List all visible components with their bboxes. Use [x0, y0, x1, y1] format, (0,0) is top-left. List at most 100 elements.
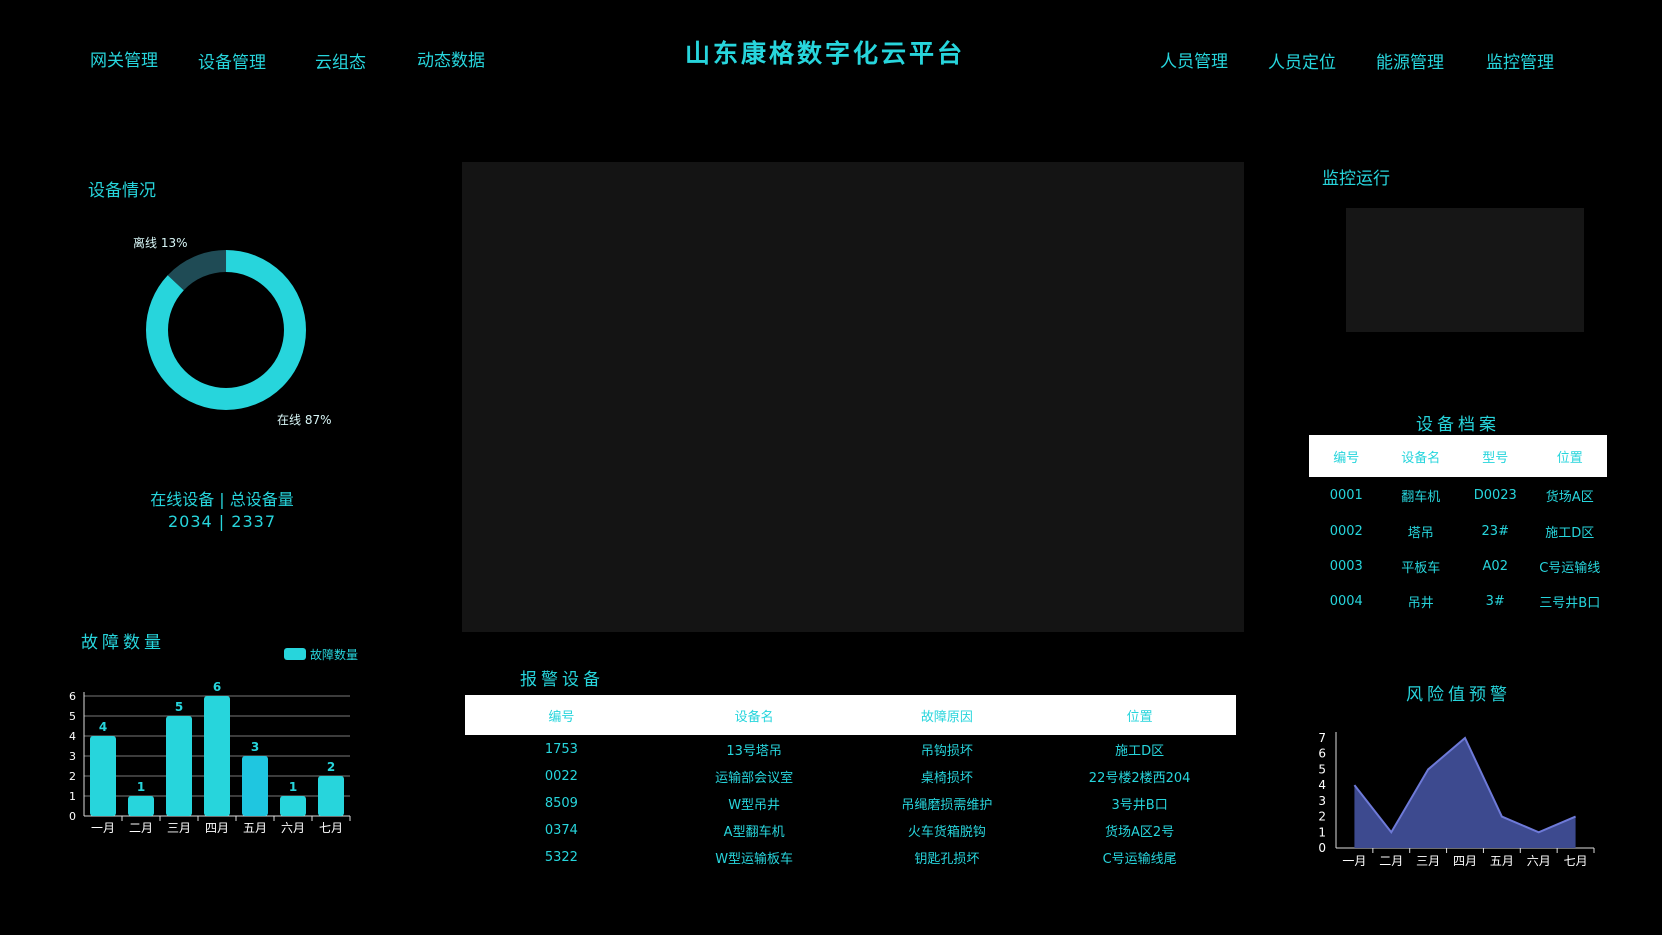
bar-value-label: 5: [175, 700, 183, 714]
x-tick-label: 五月: [243, 821, 267, 835]
table-cell: 三号井B口: [1539, 596, 1601, 611]
table-cell: 3号井B口: [1111, 798, 1168, 813]
bar: [204, 696, 230, 816]
bar-value-label: 2: [327, 760, 335, 774]
table-row: 5322 W型运输板车 钥匙孔损坏 C号运输线尾: [465, 844, 1236, 871]
y-tick-label: 1: [69, 790, 76, 803]
bar-value-label: 4: [99, 720, 107, 734]
column-header: 故障原因: [850, 695, 1044, 735]
x-tick-label: 七月: [1564, 854, 1588, 868]
x-tick-label: 四月: [1453, 854, 1477, 868]
table-cell: C号运输线尾: [1102, 852, 1177, 867]
y-tick-label: 6: [69, 690, 76, 703]
device-status-donut: [146, 250, 306, 410]
y-tick-label: 7: [1318, 731, 1326, 745]
y-tick-label: 3: [69, 750, 76, 763]
offline-label: 离线 13%: [133, 236, 188, 250]
column-header: 型号: [1458, 435, 1533, 477]
table-cell: 8509: [544, 796, 578, 811]
table-cell: W型运输板车: [715, 852, 794, 867]
bar: [166, 716, 192, 816]
y-tick-label: 1: [1318, 825, 1326, 839]
device-status-title: 设备情况: [88, 181, 156, 201]
alarm-devices-title: 报警设备: [520, 670, 604, 690]
x-tick-label: 二月: [1379, 854, 1403, 868]
x-tick-label: 五月: [1490, 854, 1514, 868]
y-tick-label: 4: [69, 730, 76, 743]
legend-swatch: [284, 648, 306, 660]
alarm-table: 编号 设备名 故障原因 位置 1753 13号塔吊 吊钩损坏 施工D区 0022…: [465, 695, 1236, 871]
column-header: 设备名: [657, 695, 851, 735]
x-tick-label: 三月: [1416, 854, 1440, 868]
table-row: 1753 13号塔吊 吊钩损坏 施工D区: [465, 735, 1236, 763]
table-row: 0003 平板车 A02 C号运输线: [1309, 549, 1607, 584]
table-cell: W型吊井: [728, 798, 781, 813]
table-row: 0002 塔吊 23# 施工D区: [1309, 514, 1607, 549]
x-tick-label: 二月: [129, 821, 153, 835]
table-row: 0374 A型翻车机 火车货箱脱钩 货场A区2号: [465, 817, 1236, 844]
x-tick-label: 三月: [167, 821, 191, 835]
x-tick-label: 六月: [281, 821, 305, 835]
table-cell: 货场A区: [1545, 490, 1594, 505]
table-cell: 吊钩损坏: [920, 743, 973, 759]
nav-personnel-location[interactable]: 人员定位: [1268, 48, 1336, 73]
bar-value-label: 1: [289, 780, 297, 794]
table-row: 0001 翻车机 D0023 货场A区: [1309, 477, 1607, 514]
fault-bar-chart: 0 1 2 3 4 5 6 4 一月 1 二月 5 三月 6 四月 3 五月 1 六月 2 七月: [69, 680, 351, 835]
fault-count-title: 故障数量: [81, 633, 165, 653]
online-total-label: 在线设备 | 总设备量: [150, 490, 294, 509]
bar-value-label: 3: [251, 740, 259, 754]
y-tick-label: 5: [1318, 762, 1326, 776]
table-row: 8509 W型吊井 吊绳磨损需维护 3号井B口: [465, 790, 1236, 817]
table-cell: 23#: [1481, 524, 1509, 539]
bar: [280, 796, 306, 816]
table-row: 0004 吊井 3# 三号井B口: [1309, 584, 1607, 619]
table-cell: 13号塔吊: [726, 743, 782, 759]
nav-energy-management[interactable]: 能源管理: [1376, 48, 1444, 73]
x-tick-label: 一月: [91, 821, 115, 835]
table-cell: 0374: [544, 823, 578, 838]
table-cell: 0002: [1329, 524, 1363, 539]
risk-warning-title: 风险值预警: [1406, 685, 1511, 705]
nav-monitoring-management[interactable]: 监控管理: [1486, 48, 1554, 73]
bar-value-label: 6: [213, 680, 221, 694]
table-cell: A02: [1482, 559, 1508, 574]
column-header: 位置: [1532, 435, 1607, 477]
legend-label: 故障数量: [310, 648, 359, 662]
y-tick-label: 4: [1318, 778, 1326, 792]
archive-table-header: 编号 设备名 型号 位置: [1309, 435, 1607, 477]
y-tick-label: 2: [69, 770, 76, 783]
table-cell: D0023: [1473, 488, 1517, 503]
table-row: 0022 运输部会议室 桌椅损坏 22号楼2楼西204: [465, 763, 1236, 790]
column-header: 位置: [1043, 695, 1236, 735]
table-cell: 0004: [1329, 594, 1363, 609]
risk-area-chart: 01234567一月 二月 三月 四月 五月 六月 七月: [1318, 731, 1595, 868]
table-cell: C号运输线: [1539, 561, 1601, 576]
monitoring-video-panel: [1346, 208, 1584, 332]
alarm-table-header: 编号 设备名 故障原因 位置: [465, 695, 1236, 735]
table-cell: 5322: [544, 850, 578, 865]
y-tick-label: 3: [1318, 794, 1326, 808]
y-tick-label: 0: [69, 810, 76, 823]
table-cell: 翻车机: [1401, 490, 1441, 505]
column-header: 编号: [1309, 435, 1384, 477]
table-cell: 火车货箱脱钩: [907, 825, 986, 840]
table-cell: A型翻车机: [723, 825, 785, 840]
column-header: 设备名: [1383, 435, 1458, 477]
table-cell: 施工D区: [1115, 743, 1165, 759]
table-cell: 1753: [544, 741, 578, 757]
table-cell: 钥匙孔损坏: [914, 852, 980, 867]
table-cell: 货场A区2号: [1105, 825, 1175, 840]
table-cell: 施工D区: [1545, 526, 1595, 541]
x-tick-label: 七月: [319, 821, 343, 835]
table-cell: 平板车: [1401, 561, 1441, 576]
table-cell: 吊绳磨损需维护: [901, 798, 993, 813]
table-cell: 吊井: [1407, 596, 1434, 611]
nav-personnel-management[interactable]: 人员管理: [1160, 47, 1228, 72]
x-tick-label: 一月: [1342, 854, 1366, 868]
y-tick-label: 6: [1318, 747, 1326, 761]
bar-value-label: 1: [137, 780, 145, 794]
table-cell: 0001: [1329, 488, 1363, 503]
bar: [128, 796, 154, 816]
x-tick-label: 六月: [1527, 854, 1551, 868]
